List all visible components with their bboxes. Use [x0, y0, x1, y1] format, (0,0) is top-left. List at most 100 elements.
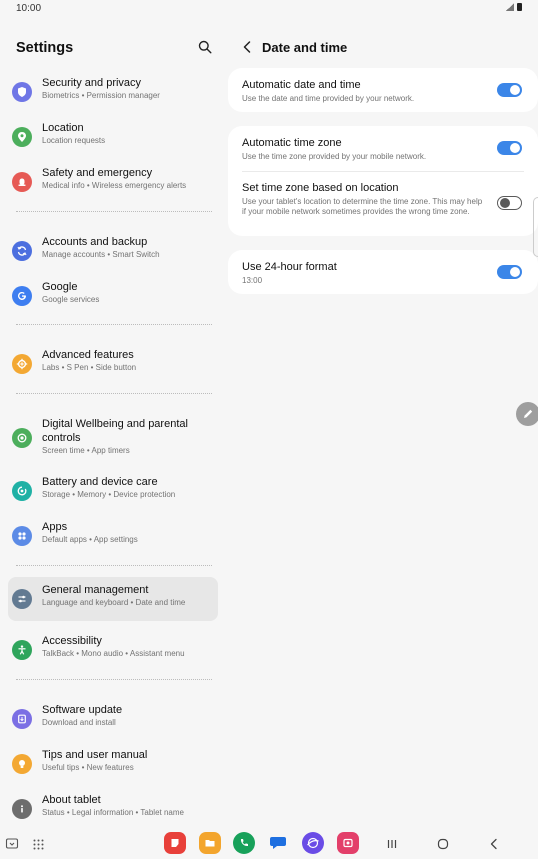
device-care-icon: [12, 481, 32, 501]
chevron-left-icon[interactable]: [242, 41, 252, 53]
settings-item-digital-wellbeing[interactable]: Digital Wellbeing and parental controls …: [8, 411, 218, 465]
status-icons: [506, 3, 522, 11]
phone-app-icon[interactable]: [233, 832, 255, 854]
sync-icon: [12, 241, 32, 261]
settings-item-battery-device-care[interactable]: Battery and device care Storage • Memory…: [8, 469, 218, 513]
page-title: Settings: [16, 40, 74, 56]
sliders-icon: [12, 589, 32, 609]
auto-zone-row[interactable]: Automatic time zone Use the time zone pr…: [228, 126, 538, 171]
location-zone-toggle[interactable]: [497, 196, 522, 210]
settings-item-subtitle: Download and install: [42, 718, 116, 727]
auto-zone-title: Automatic time zone: [242, 137, 342, 149]
screen-recorder-app-icon[interactable]: [337, 832, 359, 854]
settings-item-subtitle: Default apps • App settings: [42, 535, 138, 544]
settings-item-software-update[interactable]: Software update Download and install: [8, 697, 218, 741]
section-divider: [16, 393, 212, 394]
location-zone-row[interactable]: Set time zone based on location Use your…: [228, 172, 538, 236]
home-button[interactable]: [435, 836, 451, 852]
app-drawer-icon[interactable]: [30, 836, 46, 852]
settings-item-title: General management: [42, 584, 149, 596]
settings-item-title: Safety and emergency: [42, 167, 153, 179]
pencil-icon: [524, 409, 533, 418]
format24-row[interactable]: Use 24-hour format 13:00: [228, 250, 538, 294]
settings-item-advanced-features[interactable]: Advanced features Labs • S Pen • Side bu…: [8, 342, 218, 386]
toggle-knob: [510, 143, 520, 153]
settings-item-subtitle: Screen time • App timers: [42, 446, 130, 455]
taskbar: [0, 828, 538, 859]
settings-item-title: Software update: [42, 704, 123, 716]
settings-item-location[interactable]: Location Location requests: [8, 115, 218, 159]
format24-subtitle: 13:00: [242, 276, 263, 285]
settings-item-about-tablet[interactable]: About tablet Status • Legal information …: [8, 787, 218, 831]
settings-item-security-privacy[interactable]: Security and privacy Biometrics • Permis…: [8, 70, 218, 114]
toggle-knob: [499, 197, 510, 208]
section-divider: [16, 324, 212, 325]
format24-title: Use 24-hour format: [242, 261, 337, 273]
settings-item-title: Security and privacy: [42, 77, 142, 89]
google-icon: [12, 286, 32, 306]
settings-item-general-management[interactable]: General management Language and keyboard…: [8, 577, 218, 621]
settings-item-tips-user-manual[interactable]: Tips and user manual Useful tips • New f…: [8, 742, 218, 786]
settings-item-apps[interactable]: Apps Default apps • App settings: [8, 514, 218, 558]
wellbeing-icon: [12, 428, 32, 448]
settings-item-subtitle: Language and keyboard • Date and time: [42, 598, 186, 607]
recent-apps-button[interactable]: [384, 836, 400, 852]
settings-item-title: Tips and user manual: [42, 749, 148, 761]
settings-item-accounts-backup[interactable]: Accounts and backup Manage accounts • Sm…: [8, 229, 218, 273]
location-pin-icon: [12, 127, 32, 147]
lightbulb-icon: [12, 754, 32, 774]
format24-toggle[interactable]: [497, 265, 522, 279]
info-icon: [12, 799, 32, 819]
alert-icon: [12, 172, 32, 192]
keyboard-switch-icon[interactable]: [4, 836, 20, 852]
section-divider: [16, 679, 212, 680]
settings-item-title: Advanced features: [42, 349, 134, 361]
battery-icon: [517, 3, 522, 11]
toggle-knob: [510, 267, 520, 277]
settings-item-subtitle: Medical info • Wireless emergency alerts: [42, 181, 187, 190]
settings-item-title: Google: [42, 281, 78, 293]
settings-item-title: Accounts and backup: [42, 236, 148, 248]
edge-panel-handle[interactable]: [533, 197, 538, 257]
toggle-knob: [510, 85, 520, 95]
settings-item-title: About tablet: [42, 794, 101, 806]
update-icon: [12, 709, 32, 729]
settings-item-subtitle: Status • Legal information • Tablet name: [42, 808, 184, 817]
section-divider: [16, 565, 212, 566]
section-divider: [16, 211, 212, 212]
status-bar: 10:00: [0, 0, 538, 18]
folder-app-icon[interactable]: [199, 832, 221, 854]
messages-app-icon[interactable]: [268, 832, 288, 852]
auto-date-row[interactable]: Automatic date and time Use the date and…: [228, 68, 538, 112]
auto-zone-subtitle: Use the time zone provided by your mobil…: [242, 152, 427, 161]
settings-item-subtitle: Biometrics • Permission manager: [42, 91, 160, 100]
settings-item-title: Digital Wellbeing and parental controls: [42, 418, 188, 444]
back-button[interactable]: [486, 836, 502, 852]
floating-edit-button[interactable]: [516, 402, 538, 426]
auto-date-toggle[interactable]: [497, 83, 522, 97]
signal-icon: [506, 3, 514, 11]
internet-app-icon[interactable]: [302, 832, 324, 854]
gear-plus-icon: [12, 354, 32, 374]
auto-zone-toggle[interactable]: [497, 141, 522, 155]
accessibility-icon: [12, 640, 32, 660]
settings-item-title: Apps: [42, 521, 68, 533]
format-card: Use 24-hour format 13:00: [228, 250, 538, 294]
shield-icon: [12, 82, 32, 102]
location-zone-title: Set time zone based on location: [242, 182, 399, 194]
settings-item-subtitle: Labs • S Pen • Side button: [42, 363, 137, 372]
settings-item-subtitle: Storage • Memory • Device protection: [42, 490, 176, 499]
settings-item-safety-emergency[interactable]: Safety and emergency Medical info • Wire…: [8, 160, 218, 204]
settings-item-title: Accessibility: [42, 635, 102, 647]
search-icon[interactable]: [198, 40, 212, 54]
settings-list-pane: Settings Security and privacy Biometrics…: [0, 18, 226, 828]
notes-app-icon[interactable]: [164, 832, 186, 854]
settings-item-subtitle: Google services: [42, 295, 100, 304]
settings-item-accessibility[interactable]: Accessibility TalkBack • Mono audio • As…: [8, 628, 218, 672]
auto-date-title: Automatic date and time: [242, 79, 361, 91]
settings-item-google[interactable]: Google Google services: [8, 274, 218, 318]
settings-item-title: Battery and device care: [42, 476, 158, 488]
time-zone-card: Automatic time zone Use the time zone pr…: [228, 126, 538, 236]
auto-date-card: Automatic date and time Use the date and…: [228, 68, 538, 112]
settings-item-subtitle: Location requests: [42, 136, 106, 145]
